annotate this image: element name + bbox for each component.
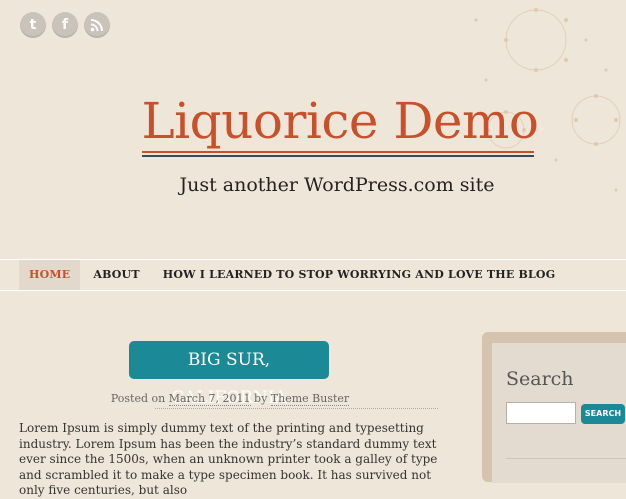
social-links: t f [20,12,110,38]
main-navigation: HOME ABOUT HOW I LEARNED TO STOP WORRYIN… [0,259,626,291]
twitter-icon[interactable]: t [20,12,46,38]
post-date-link[interactable]: March 7, 2011 [168,392,251,406]
nav-item-how-i-learned[interactable]: HOW I LEARNED TO STOP WORRYING AND LOVE … [153,260,566,290]
post-author-link[interactable]: Theme Buster [270,392,350,406]
by-label: by [254,392,268,405]
rss-icon[interactable] [84,12,110,38]
title-underline [142,151,534,157]
search-input[interactable] [506,402,576,424]
meta-divider [155,408,438,409]
posted-on-label: Posted on [110,392,166,405]
site-title[interactable]: Liquorice Demo [0,92,626,150]
nav-item-about[interactable]: ABOUT [83,260,149,290]
search-widget-title: Search [506,368,574,390]
rss-glyph-icon [90,19,103,32]
search-button[interactable]: SEARCH [581,404,625,424]
facebook-icon[interactable]: f [52,12,78,38]
site-tagline: Just another WordPress.com site [179,174,495,196]
nav-item-home[interactable]: HOME [19,260,81,290]
post-title[interactable]: BIG SUR, CALIFORNIA [129,341,329,408]
post-body: Lorem Ipsum is simply dummy text of the … [19,421,438,497]
post-meta: Posted on March 7, 2011 by Theme Buster [0,392,460,406]
sidebar-divider [506,458,626,459]
